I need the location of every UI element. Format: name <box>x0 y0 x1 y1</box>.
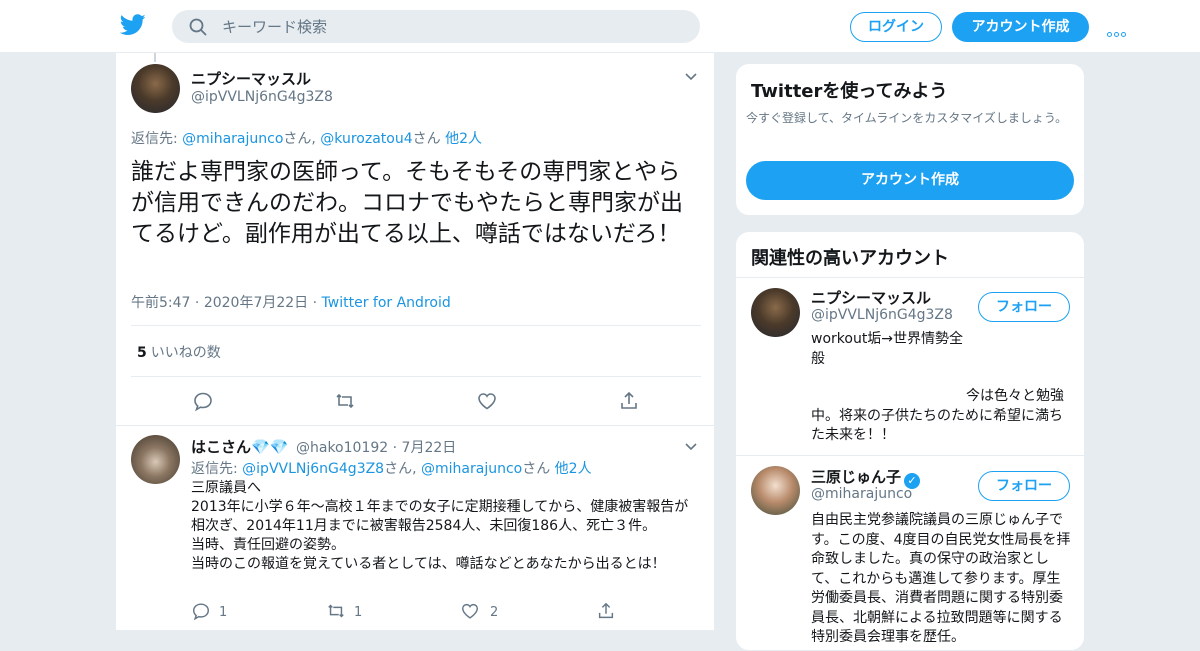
signup-card-subtitle: 今すぐ登録して、タイムラインをカスタマイズしましょう。 <box>746 111 1068 125</box>
avatar[interactable] <box>751 466 800 515</box>
reply-prefix: 返信先: <box>191 461 243 477</box>
reply-text-line: 三原議員へ <box>191 480 261 496</box>
chevron-down-icon[interactable] <box>685 73 697 81</box>
tweet-time[interactable]: 午前5:47 <box>131 295 190 311</box>
reply-icon[interactable] <box>191 601 211 621</box>
reply-separator: さん, <box>384 461 421 477</box>
retweet-count: 1 <box>354 605 363 620</box>
twitter-bird-icon[interactable] <box>120 13 146 37</box>
reply-prefix: 返信先: <box>131 131 183 147</box>
reply-icon[interactable] <box>192 390 214 412</box>
account-name[interactable]: 三原じゅん子 <box>811 468 901 486</box>
signup-button[interactable]: アカウント作成 <box>952 12 1089 42</box>
reply-user-link[interactable]: @miharajunco <box>182 131 283 147</box>
thread-connector-line <box>154 53 156 62</box>
tweet-text: 誰だよ専門家の医師って。そもそもその専門家とやらが信用できんのだわ。コロナでもや… <box>131 159 683 247</box>
tweet-thread: ニプシーマッスル @ipVVLNj6nG4g3Z8 返信先: @miharaju… <box>115 53 715 630</box>
login-button[interactable]: ログイン <box>850 12 942 42</box>
reply-count: 1 <box>219 605 228 620</box>
like-count: 2 <box>490 605 499 620</box>
reply-text-line: 2013年に小学６年～高校１年までの女子に定期接種してから、健康被害報告が相次ぎ… <box>191 499 689 534</box>
reply-separator: さん <box>412 131 446 147</box>
retweet-icon[interactable] <box>326 601 346 621</box>
account-bio: 自由民主党参議院議員の三原じゅん子です。この度、4度目の自民党女性局長を拝命致し… <box>811 512 1071 645</box>
like-icon[interactable] <box>460 601 480 621</box>
reply-separator: さん <box>522 461 555 477</box>
reply-user-link[interactable]: @kurozatou4 <box>320 131 412 147</box>
avatar[interactable] <box>131 435 180 484</box>
like-label: いいねの数 <box>150 345 221 361</box>
related-accounts-title: 関連性の高いアカウント <box>751 248 949 269</box>
tweet-separator <box>116 425 714 426</box>
reply-others-link[interactable]: 他2人 <box>445 131 482 147</box>
reply-to-line: 返信先: @miharajuncoさん, @kurozatou4さん 他2人 <box>131 128 482 148</box>
follow-button[interactable]: フォロー <box>978 292 1070 322</box>
like-icon[interactable] <box>476 390 498 412</box>
reply-author-handle[interactable]: @hako10192 <box>296 440 388 456</box>
divider <box>736 455 1084 456</box>
retweet-icon[interactable] <box>334 390 356 412</box>
signup-card-title: Twitterを使ってみよう <box>751 81 948 102</box>
related-accounts-card: 関連性の高いアカウント ニプシーマッスル @ipVVLNj6nG4g3Z8 フォ… <box>735 231 1085 651</box>
reply-text: 三原議員へ 2013年に小学６年～高校１年までの女子に定期接種してから、健康被害… <box>191 479 701 574</box>
reply-author-meta: @hako10192 · 7月22日 <box>296 440 457 456</box>
tweet-date[interactable]: 2020年7月22日 <box>204 295 308 311</box>
chevron-down-icon[interactable] <box>685 443 697 451</box>
author-handle[interactable]: @ipVVLNj6nG4g3Z8 <box>191 89 333 105</box>
reply-text-line: 当時、責任回避の姿勢。 <box>191 537 345 553</box>
account-bio: 今は色々と勉強中。将来の子供たちのために希望に満ちた未来を！！ <box>811 388 1064 443</box>
like-stats[interactable]: 5 いいねの数 <box>137 342 221 362</box>
account-handle[interactable]: @miharajunco <box>811 486 912 502</box>
avatar[interactable] <box>751 288 800 337</box>
top-navigation-bar: ログイン アカウント作成 <box>0 0 1200 53</box>
reply-user-link[interactable]: @miharajunco <box>421 461 522 477</box>
tweet-meta: 午前5:47 · 2020年7月22日 · Twitter for Androi… <box>131 295 451 311</box>
account-bio: workout垢→世界情勢全般 <box>811 331 964 367</box>
signup-card-button[interactable]: アカウント作成 <box>746 161 1074 200</box>
follow-button[interactable]: フォロー <box>978 471 1070 501</box>
like-count: 5 <box>137 345 147 361</box>
account-handle[interactable]: @ipVVLNj6nG4g3Z8 <box>811 307 953 323</box>
reply-to-line: 返信先: @ipVVLNj6nG4g3Z8さん, @miharajuncoさん … <box>191 458 592 478</box>
reply-date[interactable]: 7月22日 <box>402 440 457 456</box>
author-name[interactable]: ニプシーマッスル <box>191 68 311 89</box>
reply-user-link[interactable]: @ipVVLNj6nG4g3Z8 <box>242 461 384 477</box>
share-icon[interactable] <box>618 390 640 412</box>
share-icon[interactable] <box>596 601 616 621</box>
signup-card: Twitterを使ってみよう 今すぐ登録して、タイムラインをカスタマイズしましょ… <box>735 63 1085 216</box>
divider <box>131 376 701 377</box>
search-input[interactable] <box>222 10 682 43</box>
divider <box>736 277 1084 278</box>
reply-author-name[interactable]: はこさん💎💎 <box>191 436 288 457</box>
search-box <box>172 10 700 43</box>
account-name[interactable]: ニプシーマッスル <box>811 287 931 308</box>
reply-separator: さん, <box>283 131 321 147</box>
tweet-source-link[interactable]: Twitter for Android <box>322 295 451 311</box>
more-options-icon[interactable] <box>1107 22 1131 37</box>
reply-others-link[interactable]: 他2人 <box>555 461 592 477</box>
search-icon <box>189 18 207 36</box>
divider <box>131 325 701 326</box>
avatar[interactable] <box>131 64 180 113</box>
reply-text-line: 当時のこの報道を覚えている者としては、噂話などとあなたから出るとは！ <box>191 556 666 572</box>
